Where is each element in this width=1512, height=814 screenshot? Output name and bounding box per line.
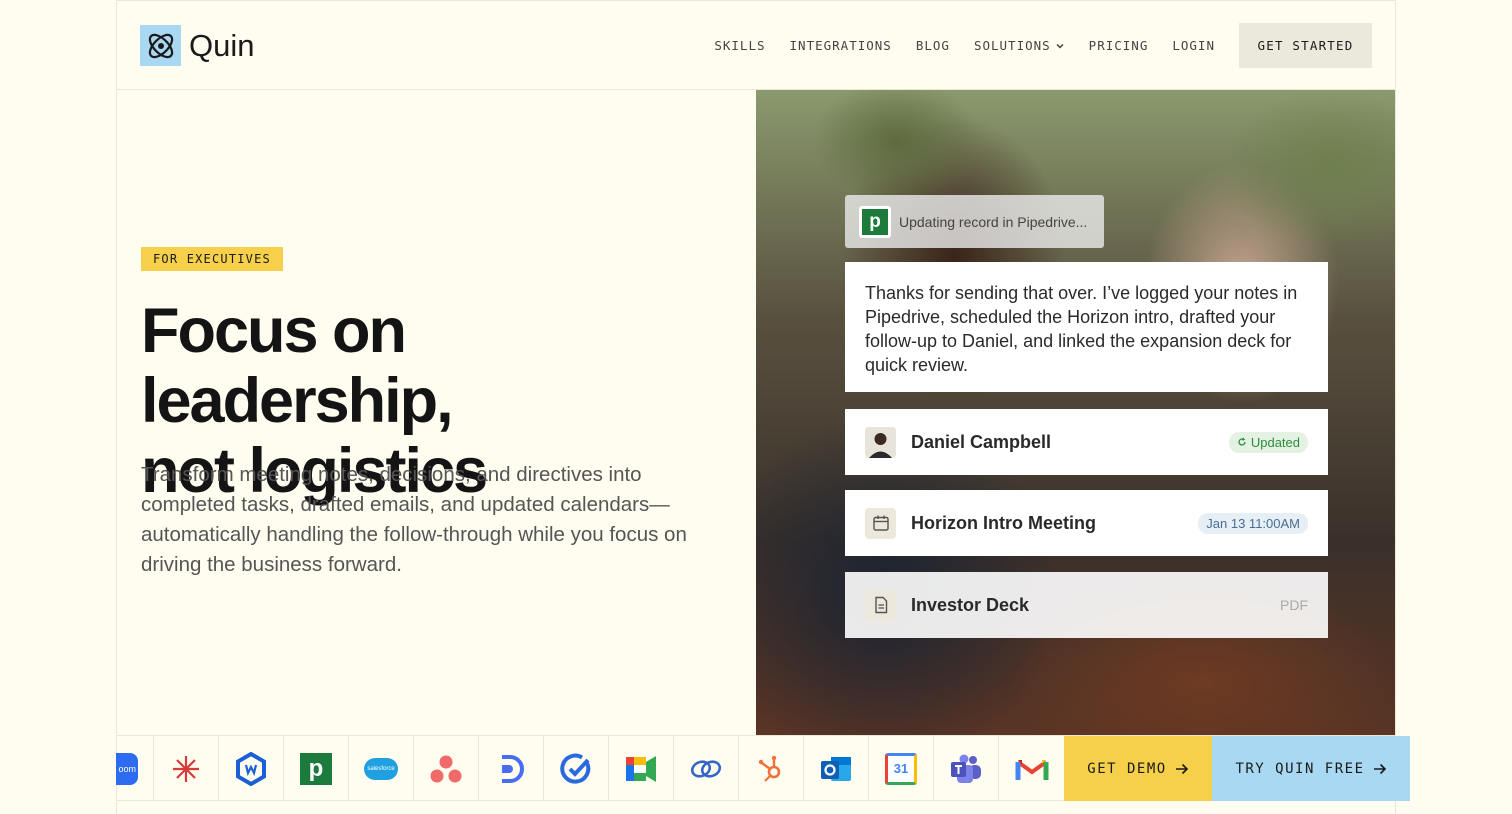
try-free-button[interactable]: TRY QUIN FREE [1212,736,1410,801]
card-title: Horizon Intro Meeting [911,512,1096,533]
status-pill: p Updating record in Pipedrive... [845,195,1104,248]
asana-icon [414,736,479,801]
file-type-label: PDF [1280,597,1308,613]
nav-skills[interactable]: SKILLS [714,38,765,53]
brand-name: Quin [189,27,255,63]
get-started-button[interactable]: GET STARTED [1239,23,1372,68]
chevron-down-icon [1056,43,1064,49]
atom-logo-icon [140,25,181,66]
arrow-right-icon [1373,763,1386,774]
wrike-icon [219,736,284,801]
integrations-strip: oom p salesforce 31 GET DEMO TRY QUIN FR… [116,735,1410,801]
card-title: Investor Deck [911,594,1030,615]
nav-login[interactable]: LOGIN [1172,38,1215,53]
nav-integrations[interactable]: INTEGRATIONS [790,38,892,53]
hero-subtitle: Transform meeting notes, decisions, and … [141,463,687,576]
try-free-label: TRY QUIN FREE [1235,760,1365,777]
hubspot-icon [739,736,804,801]
status-label: Updated [1250,434,1300,450]
date-badge: Jan 13 11:00AM [1198,512,1308,534]
pipedrive-icon: p [859,205,891,238]
calendar-icon [865,507,896,539]
main-nav: SKILLS INTEGRATIONS BLOG SOLUTIONS PRICI… [714,38,1215,53]
audience-badge: FOR EXECUTIVES [141,247,283,271]
nav-solutions[interactable]: SOLUTIONS [974,38,1065,53]
get-demo-button[interactable]: GET DEMO [1064,736,1212,801]
dialpad-icon [479,736,544,801]
check-circle-icon [544,736,609,801]
status-badge: Updated [1228,431,1308,453]
outlook-icon [804,736,869,801]
nav-pricing[interactable]: PRICING [1089,38,1149,53]
meeting-card: Horizon Intro Meeting Jan 13 11:00AM [845,490,1328,556]
salesforce-icon: salesforce [349,736,414,801]
document-icon [865,589,896,621]
avatar [865,426,896,458]
nav-blog[interactable]: BLOG [916,38,950,53]
google-meet-icon [609,736,674,801]
brand-logo[interactable]: Quin [140,25,254,66]
asterisk-icon [154,736,219,801]
google-calendar-icon: 31 [869,736,934,801]
contact-card: Daniel Campbell Updated [845,409,1328,475]
pipedrive-integration-icon: p [284,736,349,801]
site-header: Quin SKILLS INTEGRATIONS BLOG SOLUTIONS … [116,0,1396,90]
teams-icon [934,736,999,801]
get-demo-label: GET DEMO [1087,760,1167,777]
refresh-icon [1238,437,1246,446]
zoom-icon: oom [116,736,154,801]
nav-solutions-label: SOLUTIONS [973,38,1051,53]
card-title: Daniel Campbell [911,431,1052,452]
chain-link-icon [674,736,739,801]
gmail-icon [999,736,1064,801]
assistant-message: Thanks for sending that over. I’ve logge… [845,262,1328,392]
document-card: Investor Deck PDF [845,572,1328,638]
status-text: Updating record in Pipedrive... [899,213,1088,230]
arrow-right-icon [1175,763,1188,774]
headline-line-1: Focus on leadership, [141,296,454,436]
